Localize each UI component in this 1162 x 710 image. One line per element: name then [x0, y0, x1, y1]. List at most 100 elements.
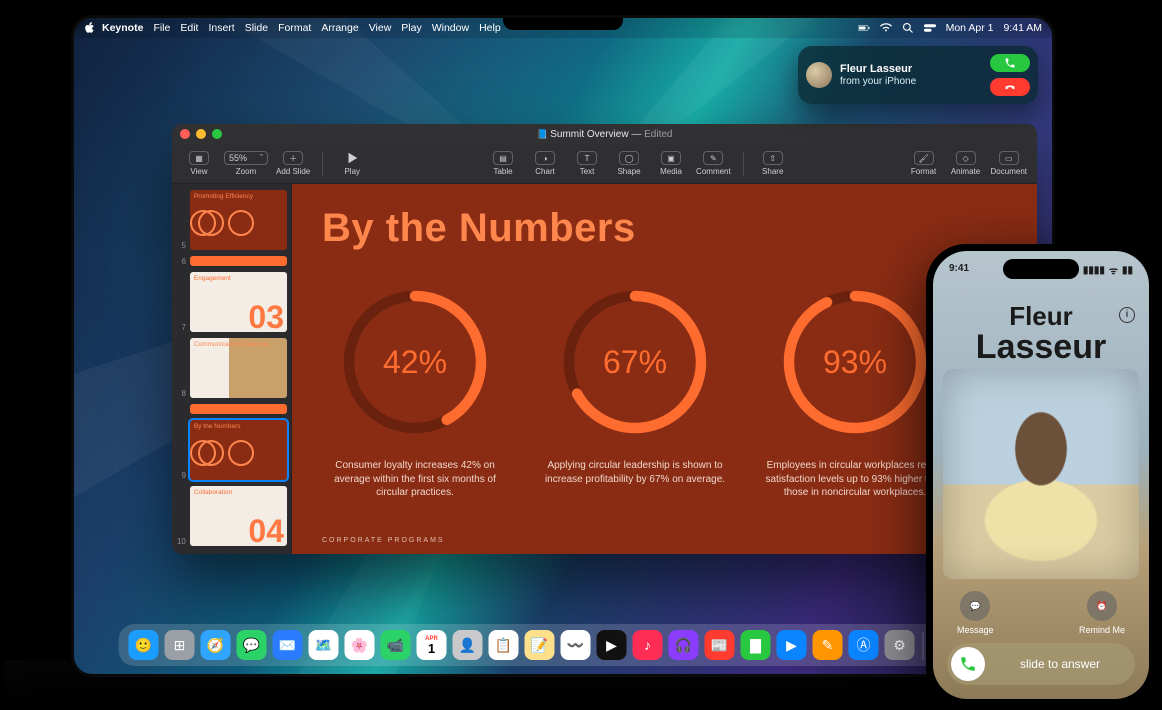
wifi-icon[interactable]: [880, 22, 892, 34]
iphone-caller-name: Fleur Lasseur: [933, 301, 1149, 366]
dock-contacts[interactable]: 👤: [453, 630, 483, 660]
keynote-toolbar: ▦View 55%ˇZoom ＋Add Slide Play ▤Table ◑C…: [172, 144, 1037, 184]
phone-icon: [1004, 57, 1016, 69]
slide-number: 7: [174, 323, 186, 332]
dock-mail[interactable]: ✉️: [273, 630, 303, 660]
dock-podcasts[interactable]: 🎧: [669, 630, 699, 660]
slide-to-answer-label: slide to answer: [985, 657, 1135, 671]
document-title: Summit Overview: [537, 129, 629, 140]
window-titlebar[interactable]: Summit Overview — Edited: [172, 124, 1037, 144]
dock-finder[interactable]: 🙂: [129, 630, 159, 660]
slide-thumb[interactable]: 3B: [174, 404, 287, 414]
menu-app[interactable]: Keynote: [102, 22, 143, 34]
tool-shape[interactable]: ◯Shape: [612, 151, 646, 176]
decline-call-button[interactable]: [990, 78, 1030, 96]
tool-add-slide[interactable]: ＋Add Slide: [276, 151, 310, 176]
signal-icon: ▮▮▮▮: [1083, 265, 1105, 276]
apple-menu[interactable]: [84, 22, 96, 34]
dock-photos[interactable]: 🌸: [345, 630, 375, 660]
slide-thumb[interactable]: 8Communication Channels: [174, 338, 287, 398]
menubar-time[interactable]: 9:41 AM: [1003, 22, 1042, 34]
tool-text[interactable]: TText: [570, 151, 604, 176]
tool-comment[interactable]: ✎Comment: [696, 151, 731, 176]
slide-heading: By the Numbers: [322, 206, 1007, 251]
tool-share[interactable]: ⇧Share: [756, 151, 790, 176]
slide-to-answer[interactable]: slide to answer: [947, 643, 1135, 685]
display-notch: [503, 18, 623, 30]
battery-icon: ▮▮: [1122, 265, 1133, 276]
menu-help[interactable]: Help: [479, 22, 501, 34]
tool-document[interactable]: ▭Document: [991, 151, 1027, 176]
phone-icon: [959, 655, 977, 673]
tool-format[interactable]: 🖌Format: [907, 151, 941, 176]
menu-view[interactable]: View: [369, 22, 392, 34]
slide-thumb[interactable]: 7Engagement03: [174, 272, 287, 332]
control-center-icon[interactable]: [924, 22, 936, 34]
menu-slide[interactable]: Slide: [245, 22, 268, 34]
metric-1: 42% Consumer loyalty increases 42% on av…: [322, 287, 508, 500]
slide-thumb[interactable]: 9By the Numbers: [174, 420, 287, 480]
slide-thumb[interactable]: 5Promoting Efficiency: [174, 190, 287, 250]
tool-view[interactable]: ▦View: [182, 151, 216, 176]
window-close-button[interactable]: [180, 129, 190, 139]
battery-icon[interactable]: [858, 22, 870, 34]
dock-calendar[interactable]: APR1: [417, 630, 447, 660]
dock-maps[interactable]: 🗺️: [309, 630, 339, 660]
dock-keynote[interactable]: ▶: [777, 630, 807, 660]
tool-play[interactable]: Play: [335, 151, 369, 176]
dock-music[interactable]: ♪: [633, 630, 663, 660]
iphone-frame: 9:41 ▮▮▮▮ ᯤ ▮▮ i Fleur Lasseur 💬 Message…: [926, 244, 1156, 706]
accept-call-button[interactable]: [990, 54, 1030, 72]
slide-navigator[interactable]: 5Promoting Efficiency 62A 7Engagement038Co…: [172, 184, 292, 554]
dock-news[interactable]: 📰: [705, 630, 735, 660]
dock-numbers[interactable]: ▇: [741, 630, 771, 660]
metric-2: 67% Applying circular leadership is show…: [542, 287, 728, 500]
clock-icon: ⏰: [1096, 601, 1107, 612]
dock-messages[interactable]: 💬: [237, 630, 267, 660]
dock-facetime[interactable]: 📹: [381, 630, 411, 660]
menu-edit[interactable]: Edit: [180, 22, 198, 34]
dock-safari[interactable]: 🧭: [201, 630, 231, 660]
remind-me-button[interactable]: ⏰ Remind Me: [1079, 591, 1125, 635]
iphone-screen: 9:41 ▮▮▮▮ ᯤ ▮▮ i Fleur Lasseur 💬 Message…: [933, 251, 1149, 699]
contact-photo: [943, 369, 1139, 579]
tool-chart[interactable]: ◑Chart: [528, 151, 562, 176]
slide-number: 8: [174, 389, 186, 398]
document-state: Edited: [644, 129, 672, 140]
answer-knob[interactable]: [951, 647, 985, 681]
message-button[interactable]: 💬 Message: [957, 591, 994, 635]
dock-tv[interactable]: ▶︎: [597, 630, 627, 660]
dock-freeform[interactable]: 〰️: [561, 630, 591, 660]
apple-icon: [84, 22, 96, 34]
dock-notes[interactable]: 📝: [525, 630, 555, 660]
progress-ring: 93%: [780, 287, 930, 437]
window-title: Summit Overview — Edited: [172, 129, 1037, 140]
dock-system-settings[interactable]: ⚙︎: [885, 630, 915, 660]
slide-thumb[interactable]: 10Collaboration04: [174, 486, 287, 546]
menu-arrange[interactable]: Arrange: [321, 22, 358, 34]
tool-media[interactable]: ▣Media: [654, 151, 688, 176]
dock-pages[interactable]: ✎: [813, 630, 843, 660]
dock-launchpad[interactable]: ⊞: [165, 630, 195, 660]
window-minimize-button[interactable]: [196, 129, 206, 139]
metric-caption: Employees in circular workplaces report …: [762, 459, 948, 500]
menu-file[interactable]: File: [153, 22, 170, 34]
tool-table[interactable]: ▤Table: [486, 151, 520, 176]
menu-insert[interactable]: Insert: [208, 22, 234, 34]
menubar-date[interactable]: Mon Apr 1: [946, 22, 994, 34]
menu-play[interactable]: Play: [401, 22, 421, 34]
menu-format[interactable]: Format: [278, 22, 311, 34]
spotlight-icon[interactable]: [902, 22, 914, 34]
window-zoom-button[interactable]: [212, 129, 222, 139]
slide-metrics-row: 42% Consumer loyalty increases 42% on av…: [322, 287, 1007, 500]
caller-name: Fleur Lasseur: [840, 63, 982, 76]
hangup-icon: [1004, 81, 1016, 93]
metric-value: 93%: [780, 287, 930, 437]
dock-app-store[interactable]: Ⓐ: [849, 630, 879, 660]
tool-animate[interactable]: ◇Animate: [949, 151, 983, 176]
incoming-call-banner: Fleur Lasseur from your iPhone: [798, 46, 1038, 104]
dock-reminders[interactable]: 📋: [489, 630, 519, 660]
tool-zoom[interactable]: 55%ˇZoom: [224, 151, 268, 176]
slide-thumb[interactable]: 62A: [174, 256, 287, 266]
menu-window[interactable]: Window: [432, 22, 469, 34]
